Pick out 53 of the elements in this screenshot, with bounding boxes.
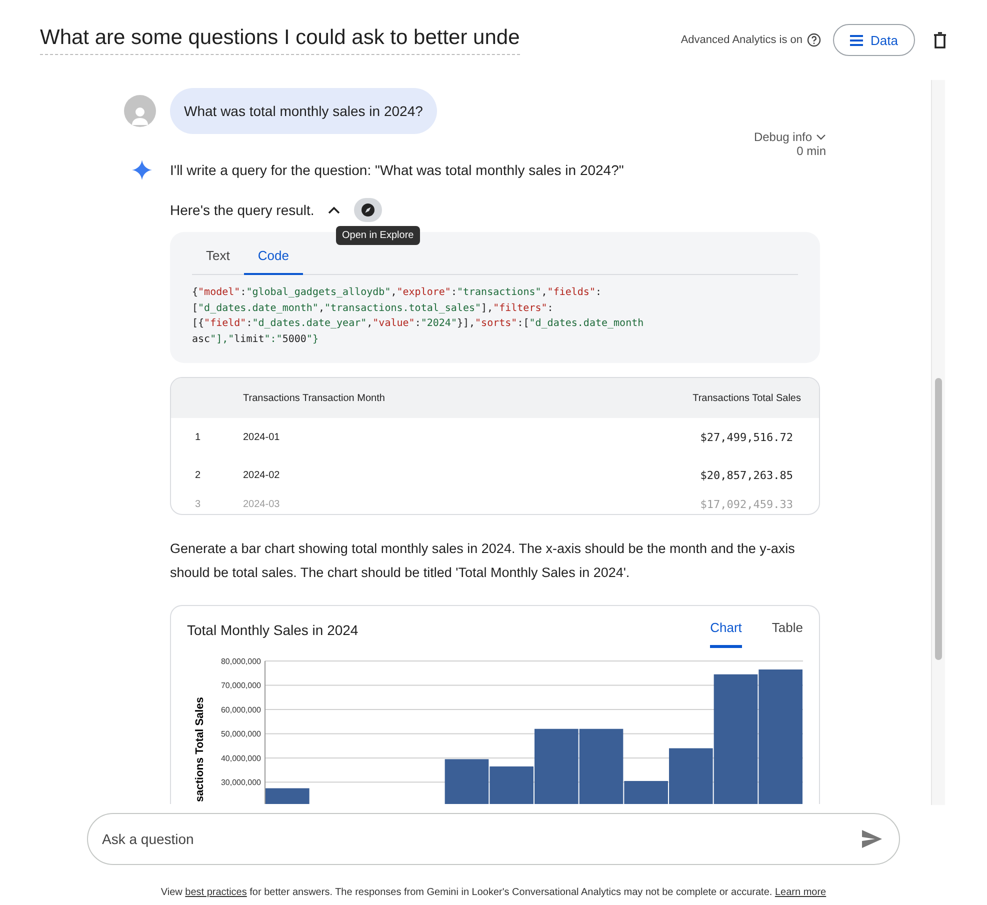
conversation-title[interactable]: What are some questions I could ask to better unde (40, 26, 520, 54)
disclaimer-text: View best practices for better answers. The responses from Gemini in Looker's Conversational Analytics may not be complete or accurate. Learn more (160, 887, 828, 898)
compass-icon (361, 203, 376, 217)
scrollbar-thumb[interactable] (935, 378, 942, 660)
y-axis-tick-label: 80,000,000 (220, 657, 261, 666)
data-button[interactable]: Data (832, 24, 915, 56)
y-axis-tick-label: 50,000,000 (220, 730, 261, 739)
row-number: 2 (194, 470, 202, 480)
y-axis-tick-label: 40,000,000 (220, 754, 261, 763)
analytics-status: Advanced Analytics is on (680, 34, 803, 46)
scrollbar[interactable] (931, 80, 945, 805)
collapse-button[interactable] (328, 206, 340, 214)
table-cell-text: 2024-03 (243, 498, 281, 510)
row-number: 1 (194, 432, 202, 442)
y-axis-tick-label: 70,000,000 (220, 681, 261, 690)
user-message: What was total monthly sales in 2024? (170, 88, 437, 134)
question-input[interactable]: Ask a question (87, 813, 900, 865)
y-axis-tick-label: 60,000,000 (220, 705, 261, 714)
result-tab[interactable]: Text (192, 240, 244, 275)
table-cell-text: $20,857,263.85 (699, 468, 794, 482)
list-icon (850, 34, 863, 46)
column-header: Transactions Total Sales (692, 392, 802, 404)
y-axis-tick-label: 30,000,000 (220, 778, 261, 788)
explore-button[interactable] (354, 198, 382, 222)
table-cell-text: 2024-01 (243, 432, 281, 442)
reply-text: I'll write a query for the question: "What was total monthly sales in 2024?" (170, 162, 624, 178)
user-avatar (124, 95, 156, 127)
y-axis-title: sactions Total Sales (194, 697, 206, 802)
sales-bar (444, 759, 489, 804)
chevron-down-icon (816, 134, 826, 140)
query-code: {"model":"global_gadgets_alloydb","explore":"transactions","fields": ["d_dates.date_month","transactions.total_sales"],"filters": [{"field":"d_dates.date_year","value":"2024"}],"sorts":["d_dates.date_month asc"],"limit":"5000"} (192, 286, 645, 346)
send-icon[interactable] (862, 830, 882, 848)
table-cell-text: $17,092,459.33 (699, 498, 794, 510)
footer-link[interactable]: Learn more (774, 887, 826, 898)
sparkle-icon (132, 160, 152, 180)
delete-icon[interactable] (933, 32, 947, 48)
table-cell-text: $27,499,516.72 (699, 430, 794, 444)
chart-title: Total Monthly Sales in 2024 (187, 621, 358, 638)
footer-link[interactable]: best practices (185, 887, 247, 898)
chart-view-tab[interactable]: Chart (710, 616, 742, 648)
row-number: 3 (194, 498, 202, 510)
chart-view-tab[interactable]: Table (772, 616, 803, 648)
column-header: Transactions Transaction Month (243, 392, 386, 404)
chevron-up-icon (328, 206, 340, 214)
debug-time: 0 min (796, 144, 826, 158)
prompt-text: Generate a bar chart showing total monthly sales in 2024. The x-axis should be the month and the y-axis should be total sales. The chart should be titled 'Total Monthly Sales in 2024'. (170, 540, 796, 582)
table-cell-text: 2024-02 (243, 470, 281, 480)
sales-bar (266, 788, 310, 804)
help-icon[interactable] (806, 33, 821, 47)
result-label: Here's the query result. (170, 202, 314, 218)
result-tab[interactable]: Code (244, 240, 303, 275)
debug-info-toggle[interactable]: Debug info (754, 130, 826, 144)
tooltip: Open in Explore (336, 226, 420, 245)
